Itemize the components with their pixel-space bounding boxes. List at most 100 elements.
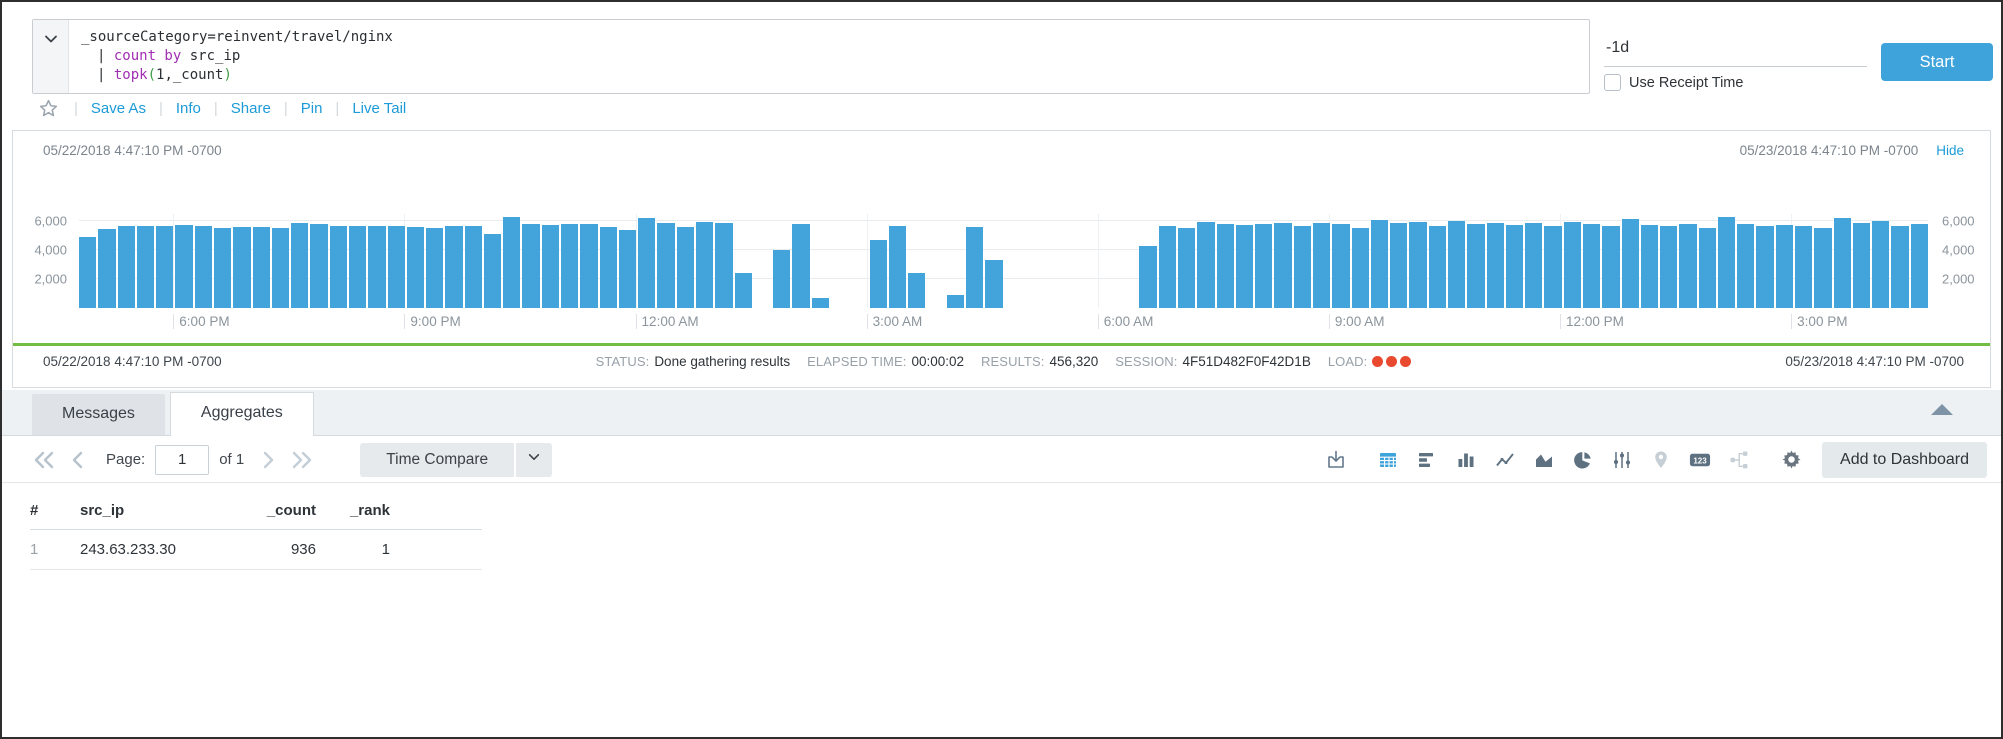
- histogram-bar[interactable]: [1429, 226, 1446, 308]
- histogram-bar[interactable]: [1737, 224, 1754, 308]
- histogram-bar[interactable]: [388, 226, 405, 308]
- histogram-bar[interactable]: [1679, 224, 1696, 308]
- histogram-bar[interactable]: [1139, 246, 1156, 308]
- hide-chart-link[interactable]: Hide: [1936, 143, 1964, 158]
- sliders-icon[interactable]: [1611, 449, 1633, 471]
- histogram-bar[interactable]: [522, 224, 539, 308]
- histogram-bar[interactable]: [638, 218, 655, 308]
- bar-horizontal-icon[interactable]: [1416, 449, 1438, 471]
- tab-aggregates[interactable]: Aggregates: [170, 392, 314, 436]
- histogram-bar[interactable]: [1795, 226, 1812, 308]
- histogram-bar[interactable]: [600, 227, 617, 308]
- histogram-bar[interactable]: [812, 298, 829, 308]
- favorite-star-icon[interactable]: [38, 98, 59, 119]
- histogram-bar[interactable]: [696, 222, 713, 308]
- histogram-bar[interactable]: [657, 223, 674, 308]
- histogram-bar[interactable]: [1756, 226, 1773, 308]
- last-page-button[interactable]: [290, 451, 314, 469]
- histogram-bar[interactable]: [889, 226, 906, 308]
- histogram-bar[interactable]: [947, 295, 964, 308]
- page-number-input[interactable]: [155, 445, 209, 475]
- histogram-bar[interactable]: [407, 227, 424, 308]
- histogram-bar[interactable]: [619, 230, 636, 308]
- histogram-bar[interactable]: [1236, 225, 1253, 308]
- histogram-bar[interactable]: [233, 227, 250, 308]
- histogram-bar[interactable]: [156, 226, 173, 308]
- histogram-bar[interactable]: [870, 240, 887, 308]
- area-chart-icon[interactable]: [1533, 449, 1555, 471]
- histogram-bar[interactable]: [1872, 221, 1889, 308]
- histogram-bar[interactable]: [175, 225, 192, 308]
- histogram-bar[interactable]: [1911, 224, 1928, 308]
- histogram-bar[interactable]: [908, 273, 925, 308]
- histogram-bar[interactable]: [1294, 226, 1311, 308]
- histogram-bar[interactable]: [1583, 224, 1600, 308]
- histogram-bar[interactable]: [792, 224, 809, 308]
- histogram-bar[interactable]: [137, 226, 154, 308]
- histogram-bar[interactable]: [1602, 226, 1619, 308]
- time-range-input[interactable]: [1604, 37, 1867, 67]
- histogram-bar[interactable]: [1178, 228, 1195, 308]
- histogram-bar[interactable]: [1274, 223, 1291, 308]
- query-editor[interactable]: _sourceCategory=reinvent/travel/nginx| c…: [32, 19, 1590, 94]
- tab-messages[interactable]: Messages: [32, 394, 165, 435]
- histogram-plot[interactable]: 2,0002,0004,0004,0006,0006,000: [79, 214, 1928, 308]
- histogram-bar[interactable]: [1622, 219, 1639, 308]
- table-row[interactable]: 1243.63.233.309361: [30, 530, 482, 570]
- next-page-button[interactable]: [262, 451, 276, 469]
- table-icon[interactable]: [1377, 449, 1399, 471]
- pie-chart-icon[interactable]: [1572, 449, 1594, 471]
- histogram-bar[interactable]: [330, 226, 347, 308]
- time-compare-dropdown-button[interactable]: [516, 443, 552, 477]
- histogram-bar[interactable]: [1564, 222, 1581, 308]
- histogram-bar[interactable]: [310, 224, 327, 308]
- histogram-bar[interactable]: [349, 226, 366, 308]
- histogram-bar[interactable]: [1525, 223, 1542, 308]
- histogram-bar[interactable]: [79, 237, 96, 308]
- histogram-bar[interactable]: [966, 227, 983, 308]
- column-header-index[interactable]: #: [30, 502, 80, 519]
- number-123-icon[interactable]: 123: [1689, 449, 1711, 471]
- action-link-live-tail[interactable]: Live Tail: [352, 100, 406, 117]
- histogram-bar[interactable]: [561, 224, 578, 308]
- histogram-bar[interactable]: [1506, 225, 1523, 308]
- histogram-bar[interactable]: [1448, 221, 1465, 308]
- histogram-bar[interactable]: [1255, 224, 1272, 308]
- histogram-bar[interactable]: [985, 260, 1002, 308]
- histogram-bar[interactable]: [1217, 224, 1234, 308]
- histogram-bar[interactable]: [1487, 223, 1504, 308]
- histogram-bar[interactable]: [1197, 222, 1214, 308]
- histogram-bar[interactable]: [195, 226, 212, 308]
- previous-page-button[interactable]: [70, 451, 84, 469]
- histogram-bar[interactable]: [1390, 223, 1407, 308]
- histogram-bar[interactable]: [542, 225, 559, 308]
- histogram-bar[interactable]: [1891, 226, 1908, 308]
- histogram-bar[interactable]: [445, 226, 462, 308]
- histogram-bar[interactable]: [1313, 223, 1330, 308]
- histogram-bar[interactable]: [1660, 226, 1677, 308]
- column-chart-icon[interactable]: [1455, 449, 1477, 471]
- first-page-button[interactable]: [32, 451, 56, 469]
- histogram-bar[interactable]: [426, 228, 443, 308]
- histogram-bar[interactable]: [1641, 225, 1658, 308]
- histogram-bar[interactable]: [715, 223, 732, 308]
- histogram-bar[interactable]: [1834, 218, 1851, 308]
- histogram-bar[interactable]: [1467, 224, 1484, 308]
- action-link-pin[interactable]: Pin: [301, 100, 323, 117]
- histogram-bar[interactable]: [253, 227, 270, 308]
- histogram-bar[interactable]: [465, 226, 482, 308]
- histogram-bar[interactable]: [291, 223, 308, 308]
- histogram-bar[interactable]: [368, 226, 385, 308]
- histogram-bar[interactable]: [1159, 226, 1176, 308]
- histogram-bar[interactable]: [214, 228, 231, 308]
- action-link-info[interactable]: Info: [176, 100, 201, 117]
- histogram-bar[interactable]: [1544, 226, 1561, 308]
- add-to-dashboard-button[interactable]: Add to Dashboard: [1822, 442, 1987, 478]
- download-icon[interactable]: [1325, 449, 1347, 471]
- column-header-_count[interactable]: _count: [228, 502, 316, 519]
- line-chart-icon[interactable]: [1494, 449, 1516, 471]
- histogram-bar[interactable]: [677, 227, 694, 308]
- histogram-bar[interactable]: [1409, 222, 1426, 308]
- query-collapse-toggle[interactable]: [33, 20, 69, 93]
- histogram-bar[interactable]: [1814, 228, 1831, 308]
